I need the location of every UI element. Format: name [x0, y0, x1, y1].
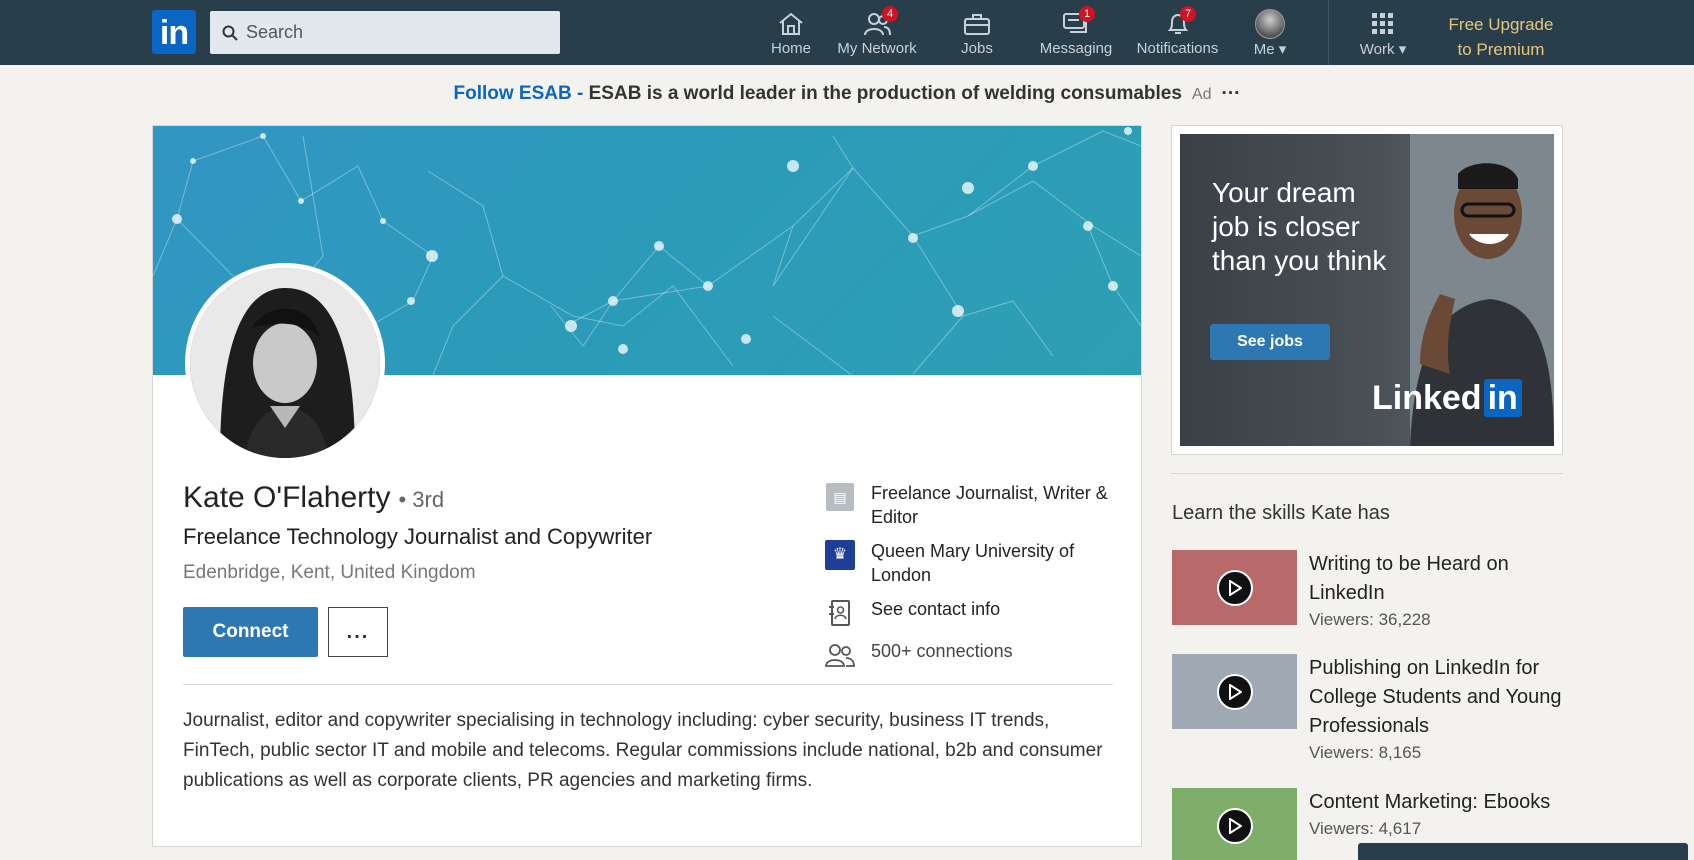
avatar — [1255, 9, 1285, 39]
search-icon — [222, 25, 238, 41]
chevron-down-icon: ▾ — [1278, 41, 1287, 58]
sponsored-ad-line: Follow ESAB - ESAB is a world leader in … — [0, 83, 1694, 105]
linkedin-logo[interactable]: in — [152, 10, 196, 54]
premium-line-1: Free Upgrade — [1448, 15, 1554, 34]
nav-my-network[interactable]: 4 My Network — [834, 6, 920, 60]
adline-separator: - — [571, 83, 589, 104]
play-icon — [1217, 674, 1253, 710]
profile-avatar[interactable] — [185, 263, 385, 463]
nav-messaging[interactable]: 1 Messaging — [1036, 6, 1116, 60]
network-badge: 4 — [882, 6, 898, 22]
course-viewers: Viewers: 36,228 — [1309, 610, 1431, 629]
nav-me-label: Me ▾ — [1253, 41, 1287, 58]
more-actions-button[interactable]: ... — [328, 607, 388, 657]
profile-divider — [183, 684, 1113, 685]
see-jobs-button[interactable]: See jobs — [1210, 324, 1330, 360]
nav-notifications-label: Notifications — [1136, 40, 1219, 57]
linkedin-ad-logo: Linked in — [1372, 379, 1522, 418]
connection-degree: • 3rd — [398, 487, 445, 512]
jobs-ad-headline: Your dream job is closer than you think — [1212, 177, 1387, 276]
top-nav: in Home 4 My Network Jobs 1 Messaging 7 … — [0, 0, 1694, 65]
chevron-down-icon: ▾ — [1398, 41, 1407, 58]
profile-location: Edenbridge, Kent, United Kingdom — [183, 562, 476, 583]
notifications-badge: 7 — [1180, 6, 1196, 22]
course-thumbnail — [1172, 654, 1297, 729]
grid-icon — [1372, 13, 1393, 34]
course-item[interactable]: Writing to be Heard on LinkedIn Viewers:… — [1172, 550, 1572, 632]
profile-photo — [190, 268, 380, 458]
nav-my-network-label: My Network — [837, 40, 917, 57]
briefcase-icon — [964, 14, 990, 35]
follow-esab-link[interactable]: Follow ESAB — [454, 83, 572, 104]
premium-upgrade-link[interactable]: Free Upgrade to Premium — [1436, 12, 1566, 62]
jobs-ad[interactable]: Your dream job is closer than you think … — [1171, 125, 1563, 455]
course-title[interactable]: Publishing on LinkedIn for College Stude… — [1309, 654, 1572, 741]
course-title[interactable]: Content Marketing: Ebooks — [1309, 788, 1550, 817]
contact-book-icon — [829, 600, 850, 626]
home-icon — [779, 12, 803, 35]
nav-work-label: Work ▾ — [1359, 41, 1407, 58]
profile-headline: Freelance Technology Journalist and Copy… — [183, 524, 653, 549]
nav-jobs-label: Jobs — [961, 40, 993, 57]
play-icon — [1217, 808, 1253, 844]
course-thumbnail — [1172, 788, 1297, 860]
profile-summary: Journalist, editor and copywriter specia… — [183, 710, 1103, 791]
company-icon: ▤ — [826, 483, 854, 511]
premium-line-2: to Premium — [1457, 40, 1545, 59]
course-viewers: Viewers: 4,617 — [1309, 819, 1422, 838]
messaging-dock[interactable] — [1358, 843, 1688, 860]
jobs-ad-image: Your dream job is closer than you think … — [1180, 134, 1554, 446]
course-item[interactable]: Publishing on LinkedIn for College Stude… — [1172, 654, 1572, 765]
search-bar[interactable] — [210, 11, 560, 54]
course-thumbnail — [1172, 550, 1297, 625]
current-company-label: Freelance Journalist, Writer & Editor — [871, 483, 1108, 527]
right-column-separator — [1171, 473, 1563, 474]
nav-separator — [1328, 0, 1329, 65]
connections-label: 500+ connections — [871, 641, 1013, 661]
nav-home-label: Home — [770, 40, 811, 57]
learning-section-title: Learn the skills Kate has — [1172, 502, 1390, 524]
profile-photo-illustration — [190, 268, 380, 458]
profile-side-info: ▤ Freelance Journalist, Writer & Editor … — [825, 481, 1125, 681]
search-input[interactable] — [246, 22, 546, 43]
nav-messaging-label: Messaging — [1039, 40, 1113, 57]
messaging-badge: 1 — [1079, 6, 1095, 22]
ad-tag: Ad — [1191, 86, 1212, 103]
contact-info-link[interactable]: See contact info — [825, 597, 1125, 629]
contact-info-label: See contact info — [871, 599, 1001, 619]
connections-icon — [825, 644, 855, 667]
ad-more-icon[interactable]: ··· — [1222, 83, 1241, 104]
course-title[interactable]: Writing to be Heard on LinkedIn — [1309, 550, 1572, 608]
adline-text[interactable]: ESAB is a world leader in the production… — [589, 83, 1182, 104]
education-school[interactable]: ♛ Queen Mary University of London — [825, 539, 1125, 587]
connections-count[interactable]: 500+ connections — [825, 639, 1125, 671]
education-school-label: Queen Mary University of London — [871, 541, 1075, 585]
nav-notifications[interactable]: 7 Notifications — [1130, 6, 1225, 60]
school-crest-icon: ♛ — [825, 540, 855, 570]
current-company[interactable]: ▤ Freelance Journalist, Writer & Editor — [825, 481, 1125, 529]
nav-work[interactable]: Work ▾ — [1348, 8, 1418, 60]
profile-name: Kate O'Flaherty • 3rd — [183, 481, 445, 514]
connect-button[interactable]: Connect — [183, 607, 318, 657]
profile-card: Kate O'Flaherty • 3rd Freelance Technolog… — [152, 125, 1142, 847]
nav-me[interactable]: Me ▾ — [1240, 8, 1300, 60]
nav-jobs[interactable]: Jobs — [942, 8, 1012, 60]
nav-home[interactable]: Home — [756, 8, 826, 60]
course-viewers: Viewers: 8,165 — [1309, 743, 1422, 762]
play-icon — [1217, 570, 1253, 606]
